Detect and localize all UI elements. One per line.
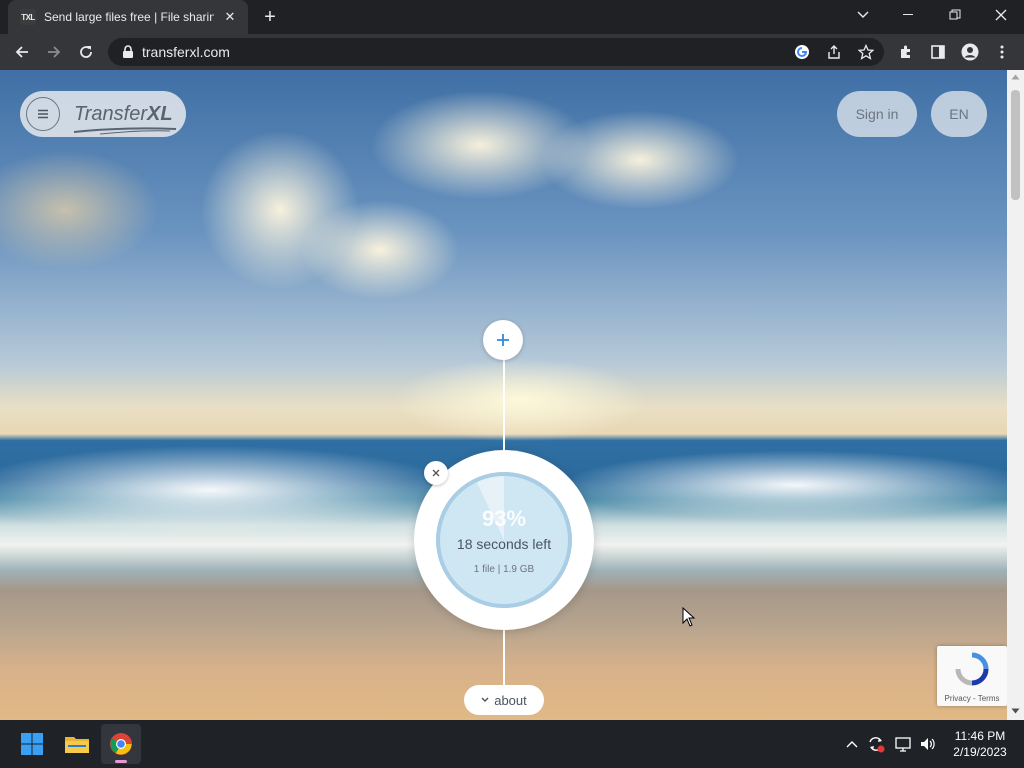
background-cloud xyxy=(300,200,460,300)
sync-status-icon[interactable] xyxy=(866,732,886,756)
add-files-button[interactable] xyxy=(483,320,523,360)
side-panel-icon[interactable] xyxy=(926,40,950,64)
bookmark-star-icon[interactable] xyxy=(854,40,878,64)
active-app-indicator xyxy=(115,760,127,763)
scroll-up-icon[interactable] xyxy=(1011,74,1020,80)
tab-close-icon[interactable]: ✕ xyxy=(220,7,240,27)
timeline-line xyxy=(503,360,505,455)
page-scrollbar[interactable] xyxy=(1007,70,1024,720)
progress-percent: 93% xyxy=(481,505,527,531)
folder-icon xyxy=(65,737,89,753)
chrome-menu-icon[interactable] xyxy=(990,40,1014,64)
logo-accent-text: XL xyxy=(146,102,173,125)
recaptcha-badge[interactable]: Privacy - Terms xyxy=(937,646,1007,706)
browser-tab[interactable]: TXL Send large files free | File sharing… xyxy=(8,0,248,34)
clock-time: 11:46 PM xyxy=(954,729,1006,743)
windows-taskbar: 11:46 PM 2/19/2023 xyxy=(0,720,1024,768)
about-button[interactable]: about xyxy=(464,685,544,715)
progress-text: 93% 18 seconds left 1 file | 1.9 GB xyxy=(434,470,574,610)
close-icon xyxy=(432,469,440,477)
back-arrow-icon xyxy=(15,46,28,58)
mouse-cursor-icon xyxy=(682,607,696,627)
hamburger-icon xyxy=(38,109,48,119)
background-wave xyxy=(0,445,460,535)
file-info: 1 file | 1.9 GB xyxy=(473,563,535,575)
forward-arrow-icon xyxy=(48,46,61,58)
start-button[interactable] xyxy=(12,724,52,764)
logo-swoosh-icon xyxy=(73,126,177,134)
transferxl-logo[interactable]: TransferXL xyxy=(73,102,177,134)
clock-date: 2/19/2023 xyxy=(953,745,1007,759)
minimize-button[interactable] xyxy=(886,0,932,30)
background-wave xyxy=(560,450,1007,520)
google-lens-icon[interactable] xyxy=(790,40,814,64)
profile-icon[interactable] xyxy=(958,40,982,64)
tab-search-icon[interactable] xyxy=(840,0,886,30)
back-button[interactable] xyxy=(8,38,36,66)
file-explorer-button[interactable] xyxy=(57,724,97,764)
scroll-down-icon[interactable] xyxy=(1011,708,1020,714)
time-remaining: 18 seconds left xyxy=(456,535,552,552)
cancel-upload-button[interactable] xyxy=(424,461,448,485)
reload-button[interactable] xyxy=(72,38,100,66)
chrome-icon xyxy=(110,733,132,755)
scroll-thumb[interactable] xyxy=(1011,90,1020,200)
chrome-taskbar-button[interactable] xyxy=(101,724,141,764)
show-hidden-icons-icon[interactable] xyxy=(842,732,862,756)
recaptcha-icon xyxy=(955,652,989,686)
browser-toolbar: transferxl.com xyxy=(0,34,1024,70)
new-tab-button[interactable]: + xyxy=(258,5,282,29)
logo-main-text: Transfer xyxy=(74,102,147,125)
language-button[interactable]: EN xyxy=(931,91,987,137)
extensions-icon[interactable] xyxy=(894,40,918,64)
sign-in-button[interactable]: Sign in xyxy=(837,91,917,137)
favicon-icon: TXL xyxy=(20,9,36,25)
network-icon[interactable] xyxy=(894,732,914,756)
timeline-line xyxy=(503,625,505,690)
recaptcha-terms-link[interactable]: Terms xyxy=(978,694,1000,703)
recaptcha-links: Privacy - Terms xyxy=(937,694,1007,703)
menu-button[interactable] xyxy=(26,97,60,131)
recaptcha-separator: - xyxy=(970,694,978,703)
system-clock[interactable]: 11:46 PM 2/19/2023 xyxy=(940,728,1020,760)
forward-button[interactable] xyxy=(40,38,68,66)
lock-icon xyxy=(123,45,133,58)
url-text: transferxl.com xyxy=(142,44,230,60)
recaptcha-privacy-link[interactable]: Privacy xyxy=(945,694,971,703)
share-icon[interactable] xyxy=(822,40,846,64)
browser-tabstrip: TXL Send large files free | File sharing… xyxy=(0,0,1024,34)
reload-icon xyxy=(80,46,92,58)
background-cloud xyxy=(0,150,160,270)
chevron-down-icon xyxy=(481,697,489,702)
restore-button[interactable] xyxy=(932,0,978,30)
close-window-button[interactable] xyxy=(978,0,1024,30)
windows-logo-icon xyxy=(21,733,43,755)
volume-icon[interactable] xyxy=(918,732,938,756)
about-label: about xyxy=(494,692,527,708)
address-bar[interactable]: transferxl.com xyxy=(108,38,884,66)
logo-pill: TransferXL xyxy=(20,91,186,137)
page-viewport: TransferXL Sign in EN 93% 18 seconds lef… xyxy=(0,70,1007,720)
plus-icon xyxy=(497,334,509,346)
background-cloud xyxy=(540,110,740,210)
tab-title: Send large files free | File sharing xyxy=(44,10,214,24)
